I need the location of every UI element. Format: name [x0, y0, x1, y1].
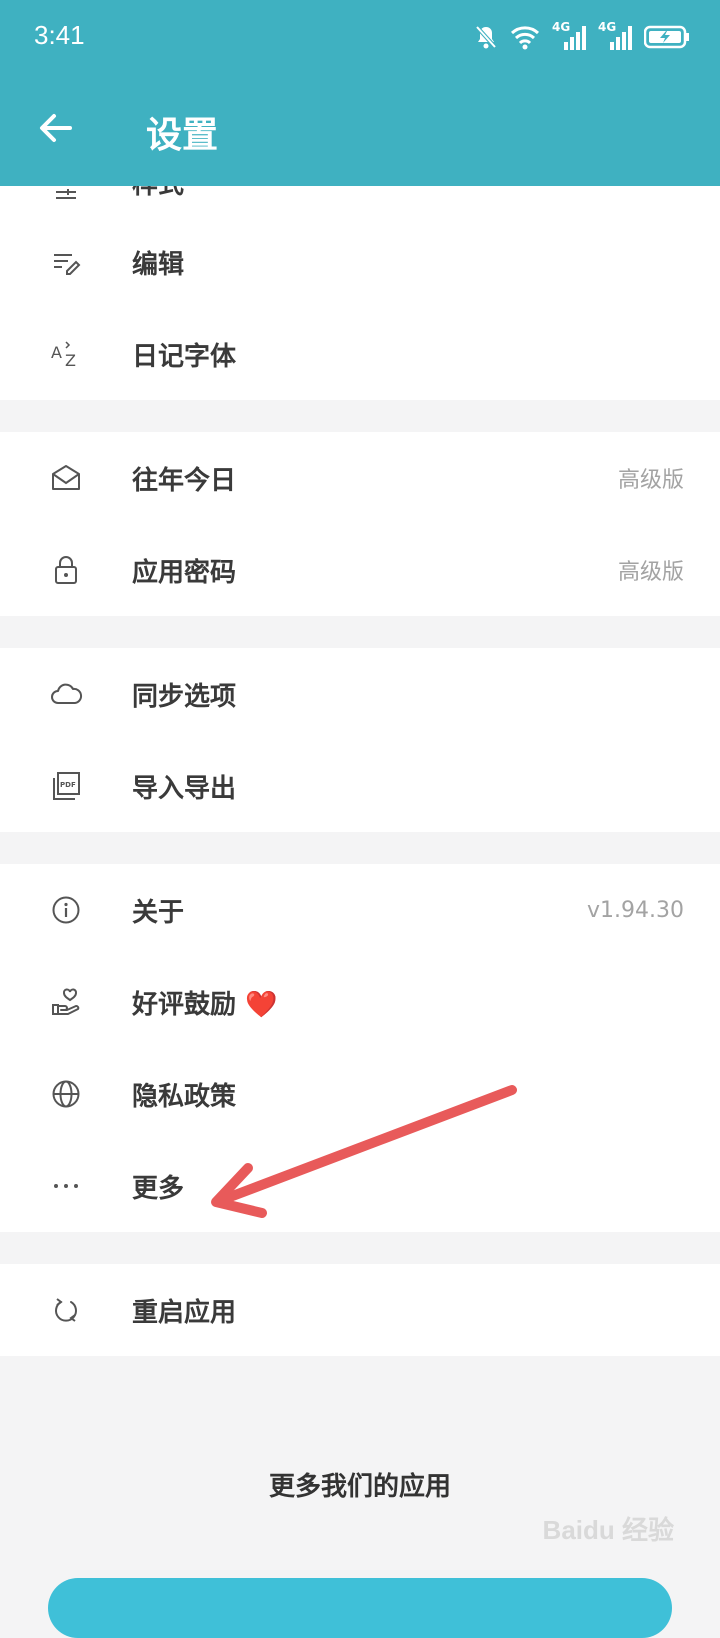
heart-emoji: ❤️	[245, 989, 278, 1020]
settings-group-premium: 往年今日 高级版 应用密码 高级版	[0, 432, 720, 616]
mute-bell-icon	[474, 24, 498, 50]
settings-item-label: 隐私政策	[132, 1081, 237, 1112]
settings-group-data: 同步选项 PDF 导入导出	[0, 648, 720, 832]
edit-lines-icon	[48, 244, 84, 280]
settings-group-display: 样式 编辑 AZ 日记字体	[0, 160, 720, 400]
svg-text:PDF: PDF	[60, 781, 76, 789]
battery-charging-icon	[644, 25, 690, 49]
settings-item-rate[interactable]: 好评鼓励 ❤️	[0, 956, 720, 1048]
settings-item-app-password[interactable]: 应用密码 高级版	[0, 524, 720, 616]
more-apps-button[interactable]	[48, 1578, 672, 1638]
settings-item-label: 往年今日	[132, 465, 237, 496]
more-apps-title: 更多我们的应用	[268, 1472, 451, 1502]
settings-item-label: 好评鼓励 ❤️	[132, 989, 278, 1020]
settings-group-about: 关于 v1.94.30 好评鼓励 ❤️ 隐私政策 更多	[0, 864, 720, 1232]
settings-group-restart: 重启应用	[0, 1264, 720, 1356]
settings-item-diary-font[interactable]: AZ 日记字体	[0, 308, 720, 400]
settings-item-edit[interactable]: 编辑	[0, 216, 720, 308]
status-icons: 4G 4G	[474, 20, 690, 52]
more-dots-icon	[48, 1168, 84, 1204]
settings-item-label: 更多	[132, 1173, 185, 1204]
status-time: 3:41	[34, 20, 85, 50]
version-text: v1.94.30	[587, 897, 684, 923]
page-title: 设置	[146, 115, 219, 156]
settings-item-label: 重启应用	[132, 1297, 237, 1328]
premium-badge: 高级版	[617, 560, 684, 585]
settings-item-sync[interactable]: 同步选项	[0, 648, 720, 740]
settings-list: 样式 编辑 AZ 日记字体 往年今日 高级版 应用密码	[0, 160, 720, 1388]
settings-item-privacy[interactable]: 隐私政策	[0, 1048, 720, 1140]
cloud-icon	[48, 676, 84, 712]
network-type-label: 4G	[552, 20, 571, 34]
svg-text:Z: Z	[65, 351, 76, 370]
back-button[interactable]	[36, 108, 76, 148]
pdf-icon: PDF	[48, 768, 84, 804]
info-icon	[48, 892, 84, 928]
settings-item-label: 导入导出	[132, 773, 237, 804]
arrow-left-icon	[40, 114, 72, 142]
settings-item-restart[interactable]: 重启应用	[0, 1264, 720, 1356]
network-type-label: 4G	[598, 20, 617, 34]
svg-text:A: A	[51, 343, 62, 362]
settings-item-on-this-day[interactable]: 往年今日 高级版	[0, 432, 720, 524]
settings-item-label: 关于	[132, 897, 185, 928]
restart-icon	[48, 1292, 84, 1328]
settings-item-label: 日记字体	[132, 341, 237, 372]
envelope-icon	[48, 460, 84, 496]
settings-item-label: 同步选项	[132, 681, 237, 712]
settings-item-label: 编辑	[132, 249, 185, 280]
lock-icon	[48, 552, 84, 588]
4g-signal-icon: 4G	[552, 20, 586, 50]
globe-icon	[48, 1076, 84, 1112]
wifi-icon	[510, 24, 540, 50]
settings-item-import-export[interactable]: PDF 导入导出	[0, 740, 720, 832]
baidu-watermark: Baidu 经验	[542, 1515, 674, 1545]
4g-signal-icon: 4G	[598, 20, 632, 50]
settings-item-label: 应用密码	[132, 557, 237, 588]
font-az-icon: AZ	[48, 336, 84, 372]
premium-badge: 高级版	[617, 468, 684, 493]
heart-hand-icon	[48, 984, 84, 1020]
settings-item-about[interactable]: 关于 v1.94.30	[0, 864, 720, 956]
app-header: 3:41 4G 4G 设置	[0, 0, 720, 186]
settings-item-more[interactable]: 更多	[0, 1140, 720, 1232]
